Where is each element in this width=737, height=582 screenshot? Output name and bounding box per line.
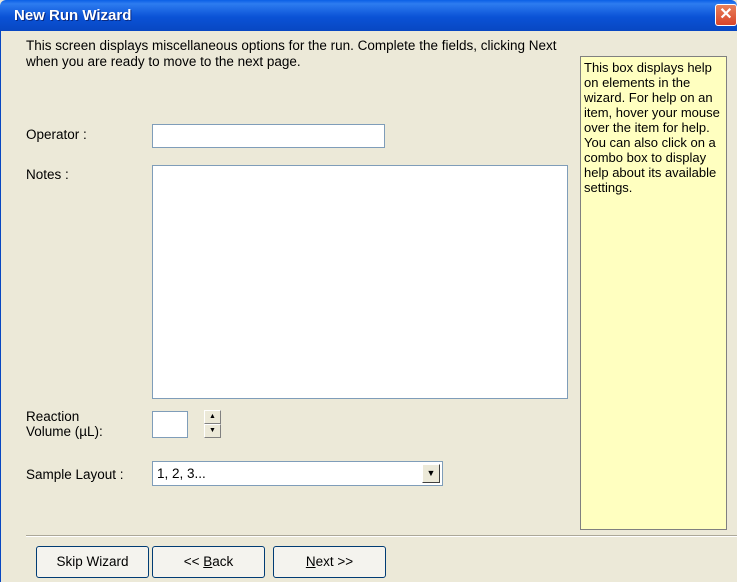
operator-input[interactable] xyxy=(152,124,385,148)
close-button[interactable]: ✕ xyxy=(715,4,737,26)
operator-label: Operator : xyxy=(26,127,87,142)
skip-wizard-label: Skip Wizard xyxy=(56,554,129,569)
window-title: New Run Wizard xyxy=(14,7,132,24)
notes-label: Notes : xyxy=(26,167,69,182)
help-box: This box displays help on elements in th… xyxy=(580,56,727,530)
skip-wizard-button[interactable]: Skip Wizard xyxy=(36,546,149,578)
help-text: This box displays help on elements in th… xyxy=(584,60,720,195)
reaction-volume-label-line2: Volume (µL): xyxy=(26,424,103,439)
dropdown-arrow-icon[interactable]: ▼ xyxy=(422,464,440,483)
next-label-rest: ext >> xyxy=(315,554,354,569)
next-label-key: N xyxy=(305,554,316,569)
reaction-volume-label-line1: Reaction xyxy=(26,409,80,424)
reaction-volume-input[interactable] xyxy=(152,411,188,438)
reaction-volume-spinner: ▲ ▼ xyxy=(188,410,221,439)
spin-down-icon[interactable]: ▼ xyxy=(204,424,221,438)
notes-textarea[interactable] xyxy=(152,165,568,399)
spin-up-icon[interactable]: ▲ xyxy=(204,410,221,424)
back-label-rest: ack xyxy=(212,554,234,569)
close-icon: ✕ xyxy=(719,6,733,23)
divider xyxy=(26,535,737,537)
title-bar: New Run Wizard ✕ xyxy=(0,0,737,31)
intro-text: This screen displays miscellaneous optio… xyxy=(26,38,557,69)
sample-layout-select[interactable]: 1, 2, 3... ▼ xyxy=(152,461,443,486)
back-label-key: B xyxy=(203,554,213,569)
back-label-prefix: << xyxy=(183,554,204,569)
reaction-volume-label: Reaction Volume (µL): xyxy=(26,409,103,439)
back-button[interactable]: << Back xyxy=(152,546,265,578)
sample-layout-value: 1, 2, 3... xyxy=(157,466,206,481)
next-button[interactable]: Next >> xyxy=(273,546,386,578)
sample-layout-label: Sample Layout : xyxy=(26,467,124,482)
